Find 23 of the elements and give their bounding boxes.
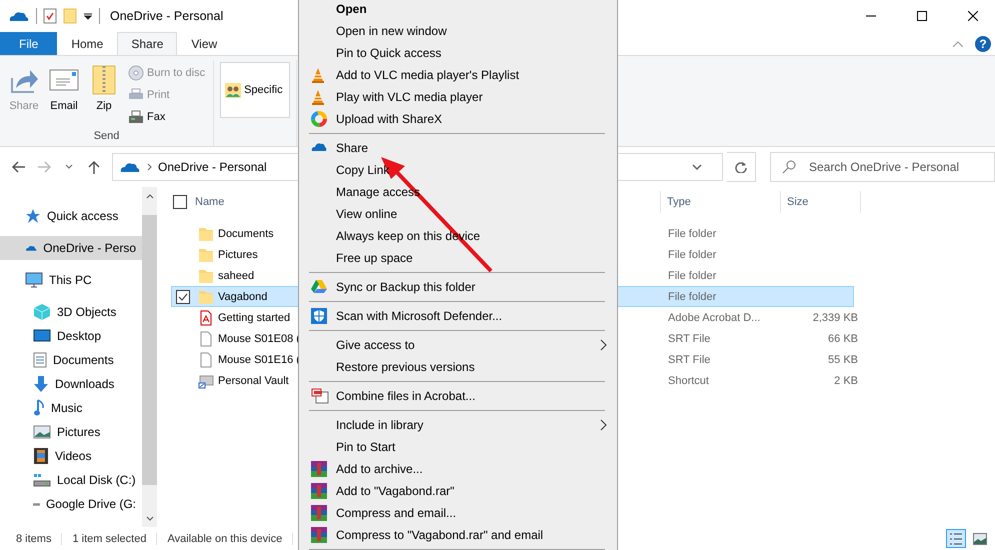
file-type: File folder [667,290,718,302]
file-name: saheed [218,270,254,282]
file-name: Pictures [218,248,258,260]
file-size: 55 KB [827,354,859,366]
file-type: Adobe Acrobat D... [667,312,762,324]
file-name: Getting started [218,312,290,324]
file-type: File folder [667,248,718,260]
file-size: 2,339 KB [812,312,859,324]
file-name: Personal Vault [218,374,289,386]
status-text: Available on this device [157,532,294,544]
file-type: SRT File [667,332,712,344]
file-type: SRT File [667,354,712,366]
file-type: File folder [667,228,718,240]
file-size: 66 KB [827,332,859,344]
window-title: OneDrive - Personal [110,9,224,23]
status-text: 8 items [6,532,62,544]
file-type: File folder [667,270,718,282]
file-size: 2 KB [833,374,859,386]
group-label: Send [92,130,120,144]
file-type: Shortcut [667,374,710,386]
file-name: Vagabond [218,290,268,302]
status-text: 1 item selected [62,532,158,544]
file-name: Documents [218,228,274,240]
